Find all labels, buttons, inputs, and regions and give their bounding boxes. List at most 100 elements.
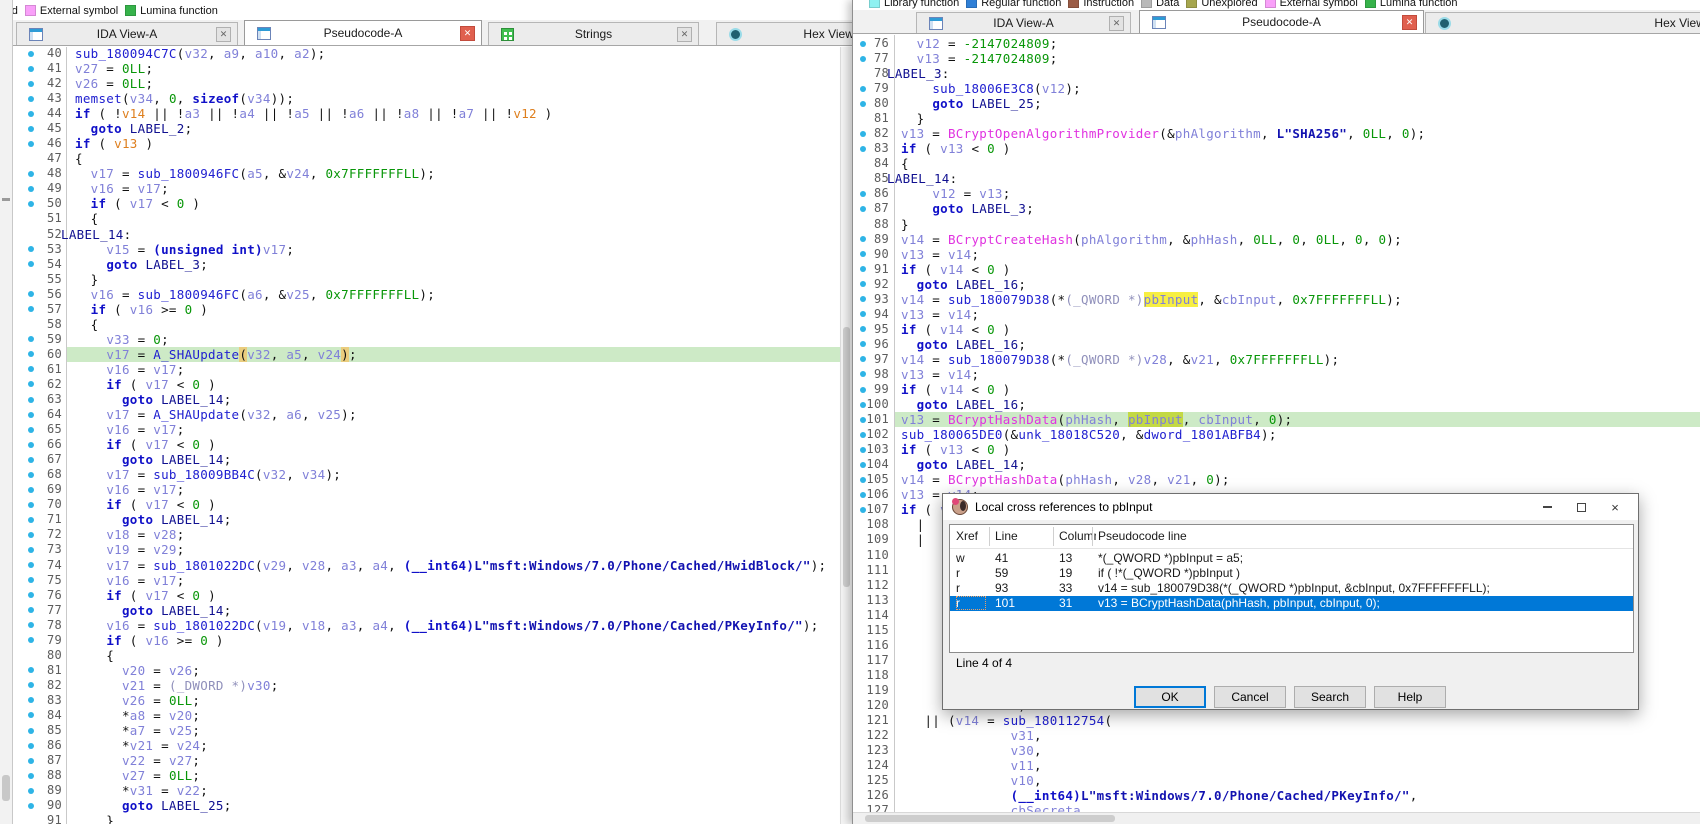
code-line-42[interactable]: 42v26 = 0LL; (0, 76, 852, 91)
code-line-53[interactable]: 53 v15 = (unsigned int)v17; (0, 242, 852, 257)
tab-ida-view-a[interactable]: IDA View-A✕ (916, 12, 1131, 33)
code-line-52[interactable]: 52LABEL_14: (0, 227, 852, 242)
code-line-94[interactable]: 94v13 = v14; (853, 307, 1700, 322)
code-line-84[interactable]: 84 *a8 = v20; (0, 708, 852, 723)
code-line-97[interactable]: 97v14 = sub_180079D38(*(_QWORD *)v28, &v… (853, 352, 1700, 367)
code-line-91[interactable]: 91if ( v14 < 0 ) (853, 262, 1700, 277)
close-icon[interactable]: × (1602, 497, 1628, 517)
left-code-scrollbar[interactable] (840, 47, 852, 824)
code-line-75[interactable]: 75 v16 = v17; (0, 573, 852, 588)
maximize-icon[interactable] (1568, 497, 1594, 517)
code-line-58[interactable]: 58 { (0, 317, 852, 332)
code-line-125[interactable]: 125 v10, (853, 773, 1700, 788)
code-line-126[interactable]: 126 (__int64)L"msft:Windows/7.0/Phone/Ca… (853, 788, 1700, 803)
column-header-pseudocode[interactable]: Pseudocode line (1098, 529, 1398, 543)
code-line-91[interactable]: 91 } (0, 813, 852, 824)
code-line-80[interactable]: 80 { (0, 648, 852, 663)
tab-pseudocode-a[interactable]: Pseudocode-A✕ (244, 20, 482, 45)
code-line-59[interactable]: 59 v33 = 0; (0, 332, 852, 347)
code-line-99[interactable]: 99if ( v14 < 0 ) (853, 382, 1700, 397)
tab-close-icon[interactable]: ✕ (216, 27, 231, 42)
code-line-55[interactable]: 55 } (0, 272, 852, 287)
xref-row-line-93[interactable]: r9333v14 = sub_180079D38(*(_QWORD *)pbIn… (950, 581, 1633, 596)
side-scrollbar-thumb[interactable] (2, 775, 10, 801)
code-line-88[interactable]: 88 v27 = 0LL; (0, 768, 852, 783)
xref-row-line-59[interactable]: r5919if ( !*(_QWORD *)pbInput ) (950, 566, 1633, 581)
help-button[interactable]: Help (1374, 686, 1446, 708)
code-line-81[interactable]: 81 } (853, 111, 1700, 126)
code-line-66[interactable]: 66 if ( v17 < 0 ) (0, 437, 852, 452)
right-code-hscrollbar[interactable] (853, 812, 1700, 824)
code-line-86[interactable]: 86 v12 = v13; (853, 186, 1700, 201)
code-line-68[interactable]: 68 v17 = sub_18009BB4C(v32, v34); (0, 467, 852, 482)
column-header-column[interactable]: Column (1059, 529, 1096, 543)
tab-close-icon[interactable]: ✕ (460, 26, 475, 41)
code-line-67[interactable]: 67 goto LABEL_14; (0, 452, 852, 467)
code-line-56[interactable]: 56 v16 = sub_1800946FC(a6, &v25, 0x7FFFF… (0, 287, 852, 302)
code-line-105[interactable]: 105v14 = BCryptHashData(phHash, v28, v21… (853, 472, 1700, 487)
code-line-63[interactable]: 63 goto LABEL_14; (0, 392, 852, 407)
column-header-line[interactable]: Line (995, 529, 1053, 543)
code-line-83[interactable]: 83 v26 = 0LL; (0, 693, 852, 708)
code-line-69[interactable]: 69 v16 = v17; (0, 482, 852, 497)
cancel-button[interactable]: Cancel (1214, 686, 1286, 708)
code-line-90[interactable]: 90v13 = v14; (853, 247, 1700, 262)
ok-button[interactable]: OK (1134, 686, 1206, 708)
code-line-95[interactable]: 95if ( v14 < 0 ) (853, 322, 1700, 337)
xref-list[interactable]: Xref Line Column Pseudocode line w4113*(… (949, 524, 1634, 653)
code-line-89[interactable]: 89v14 = BCryptCreateHash(phAlgorithm, &p… (853, 232, 1700, 247)
code-line-104[interactable]: 104 goto LABEL_14; (853, 457, 1700, 472)
code-line-87[interactable]: 87 goto LABEL_3; (853, 201, 1700, 216)
tab-close-icon[interactable]: ✕ (677, 27, 692, 42)
code-line-124[interactable]: 124 v11, (853, 758, 1700, 773)
splitter-tick[interactable] (2, 198, 10, 201)
xref-row-line-101[interactable]: r10131v13 = BCryptHashData(phHash, pbInp… (950, 596, 1633, 611)
code-line-79[interactable]: 79 sub_18006E3C8(v12); (853, 81, 1700, 96)
tab-hex-view-1[interactable]: Hex View-1 (716, 22, 852, 45)
code-line-90[interactable]: 90 goto LABEL_25; (0, 798, 852, 813)
code-line-70[interactable]: 70 if ( v17 < 0 ) (0, 497, 852, 512)
code-line-71[interactable]: 71 goto LABEL_14; (0, 512, 852, 527)
code-line-57[interactable]: 57 if ( v16 >= 0 ) (0, 302, 852, 317)
code-line-89[interactable]: 89 *v31 = v22; (0, 783, 852, 798)
code-line-51[interactable]: 51 { (0, 211, 852, 226)
tab-strings[interactable]: Strings✕ (488, 22, 699, 45)
code-line-87[interactable]: 87 v22 = v27; (0, 753, 852, 768)
code-line-88[interactable]: 88} (853, 217, 1700, 232)
code-line-47[interactable]: 47{ (0, 151, 852, 166)
code-line-82[interactable]: 82 v21 = (_DWORD *)v30; (0, 678, 852, 693)
code-line-123[interactable]: 123 v30, (853, 743, 1700, 758)
code-line-85[interactable]: 85LABEL_14: (853, 171, 1700, 186)
code-line-84[interactable]: 84{ (853, 156, 1700, 171)
tab-close-icon[interactable]: ✕ (1402, 15, 1417, 30)
code-line-60[interactable]: 60 v17 = A_SHAUpdate(v32, a5, v24); (0, 347, 852, 362)
code-line-83[interactable]: 83if ( v13 < 0 ) (853, 141, 1700, 156)
code-line-92[interactable]: 92 goto LABEL_16; (853, 277, 1700, 292)
tab-hex-view-1[interactable]: Hex View-1 (1425, 12, 1700, 33)
code-line-80[interactable]: 80 goto LABEL_25; (853, 96, 1700, 111)
code-line-81[interactable]: 81 v20 = v26; (0, 663, 852, 678)
code-line-49[interactable]: 49 v16 = v17; (0, 181, 852, 196)
code-line-121[interactable]: 121 || (v14 = sub_180112754( (853, 713, 1700, 728)
code-line-78[interactable]: 78 v16 = sub_1801022DC(v19, v18, a3, a4,… (0, 618, 852, 633)
search-button[interactable]: Search (1294, 686, 1366, 708)
code-line-50[interactable]: 50 if ( v17 < 0 ) (0, 196, 852, 211)
code-line-98[interactable]: 98v13 = v14; (853, 367, 1700, 382)
code-line-54[interactable]: 54 goto LABEL_3; (0, 257, 852, 272)
code-line-76[interactable]: 76 v12 = -2147024809; (853, 36, 1700, 51)
xref-row-line-41[interactable]: w4113*(_QWORD *)pbInput = a5; (950, 551, 1633, 566)
code-line-73[interactable]: 73 v19 = v29; (0, 542, 852, 557)
code-line-41[interactable]: 41v27 = 0LL; (0, 61, 852, 76)
code-line-45[interactable]: 45 goto LABEL_2; (0, 121, 852, 136)
tab-pseudocode-a[interactable]: Pseudocode-A✕ (1139, 10, 1424, 33)
code-line-122[interactable]: 122 v31, (853, 728, 1700, 743)
code-line-62[interactable]: 62 if ( v17 < 0 ) (0, 377, 852, 392)
code-line-48[interactable]: 48 v17 = sub_1800946FC(a5, &v24, 0x7FFFF… (0, 166, 852, 181)
code-line-86[interactable]: 86 *v21 = v24; (0, 738, 852, 753)
code-line-96[interactable]: 96 goto LABEL_16; (853, 337, 1700, 352)
code-line-102[interactable]: 102sub_180065DE0(&unk_18018C520, &dword_… (853, 427, 1700, 442)
code-line-78[interactable]: 78LABEL_3: (853, 66, 1700, 81)
code-line-46[interactable]: 46if ( v13 ) (0, 136, 852, 151)
tab-close-icon[interactable]: ✕ (1109, 16, 1124, 31)
code-line-93[interactable]: 93v14 = sub_180079D38(*(_QWORD *)pbInput… (853, 292, 1700, 307)
